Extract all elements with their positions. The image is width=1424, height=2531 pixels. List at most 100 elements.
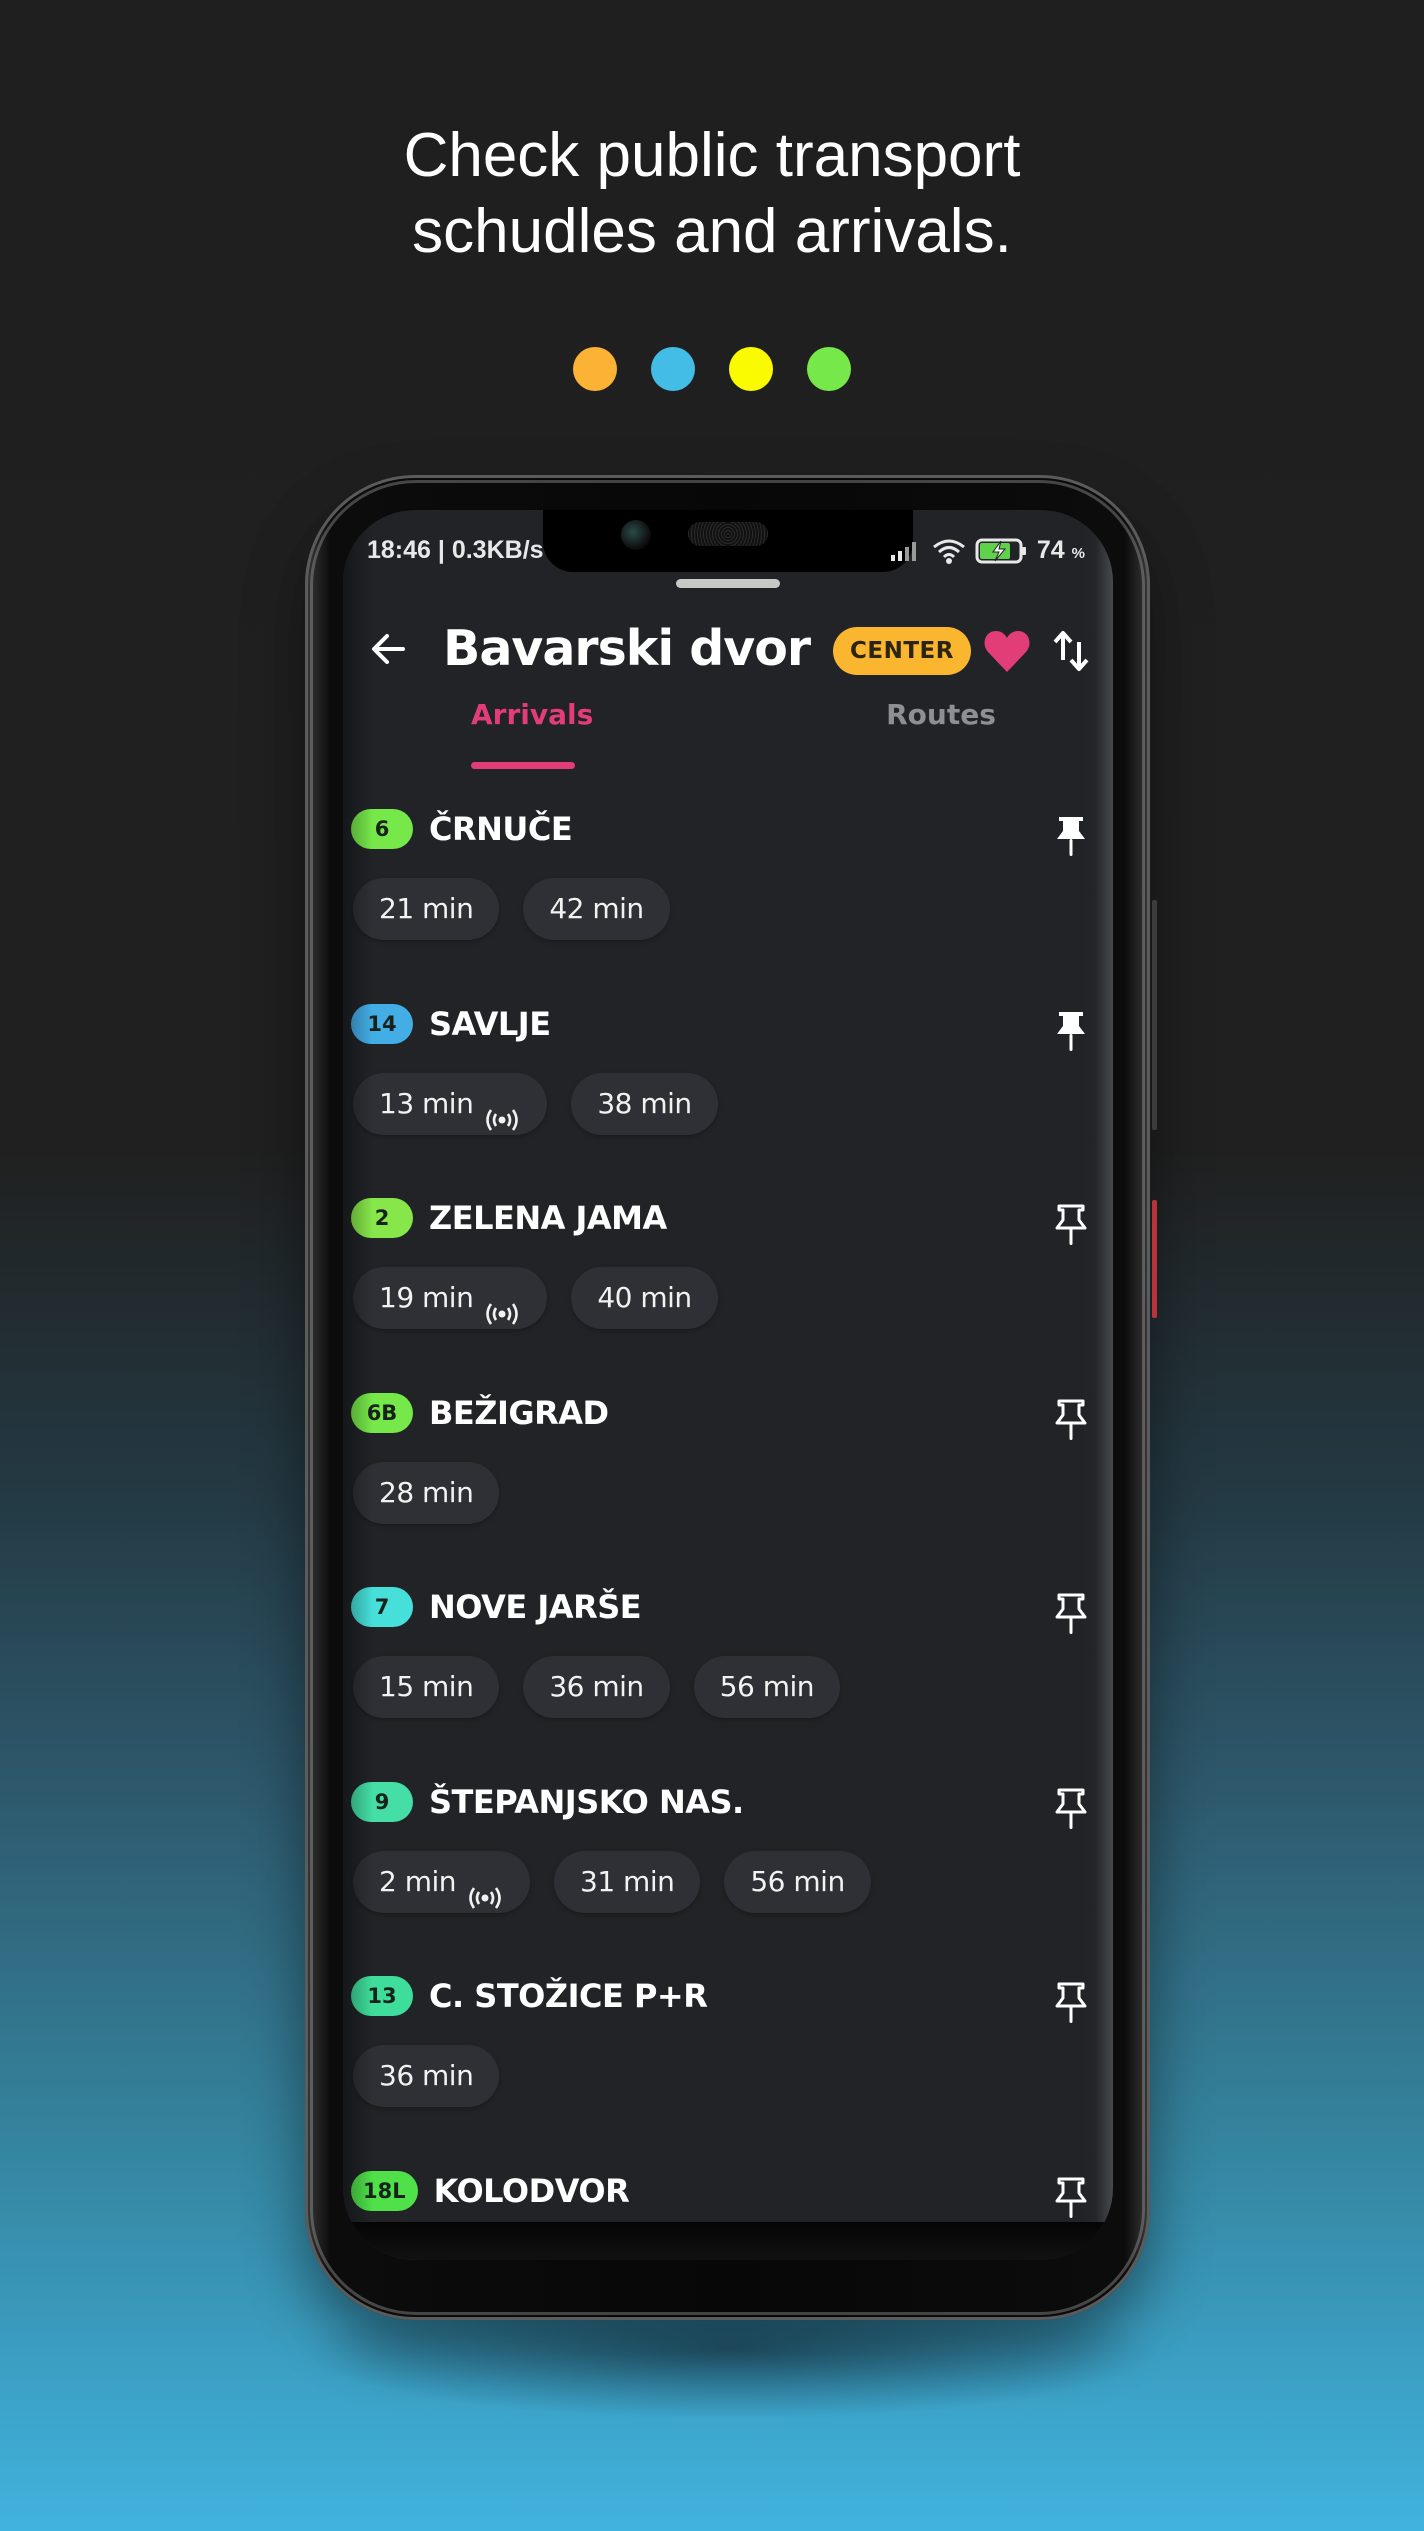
back-button[interactable]	[363, 624, 413, 674]
pin-filled-icon[interactable]	[1053, 814, 1089, 858]
arrival-row[interactable]: 6B BEŽIGRAD 28 min	[343, 1384, 1113, 1579]
arrival-time-label: 56 min	[719, 1670, 815, 1703]
route-number-badge: 2	[351, 1198, 413, 1238]
swap-direction-button[interactable]	[1049, 628, 1093, 674]
arrival-time-chip[interactable]: 36 min	[523, 1656, 670, 1718]
arrival-time-chip[interactable]: 56 min	[693, 1656, 841, 1718]
promo-headline: Check public transport schudles and arri…	[0, 118, 1424, 270]
route-number-badge: 6B	[351, 1392, 413, 1433]
arrival-times: 13 min 38 min	[353, 1072, 718, 1135]
arrival-time-chip[interactable]: 15 min	[353, 1656, 500, 1718]
route-number-badge: 6	[351, 809, 413, 849]
route-number-badge: 18L	[351, 2170, 418, 2211]
arrival-time-label: 36 min	[379, 2059, 474, 2092]
zone-badge: CENTER	[833, 627, 971, 675]
arrivals-list: 6 ČRNUČE 21 min 42 min 14 SAVLJE 13 min 38 min 2…	[343, 800, 1113, 2260]
pin-outline-icon[interactable]	[1053, 1592, 1089, 1636]
arrival-time-chip[interactable]: 21 min	[353, 878, 500, 940]
arrival-time-label: 36 min	[549, 1670, 644, 1703]
signal-icon	[890, 541, 916, 561]
live-tracking-icon	[466, 1870, 504, 1909]
arrival-time-label: 19 min	[379, 1281, 474, 1314]
volume-button	[1152, 900, 1157, 1130]
route-destination: BEŽIGRAD	[429, 1393, 609, 1432]
route-destination: KOLODVOR	[433, 2171, 630, 2210]
wifi-icon	[932, 539, 965, 564]
pin-outline-icon[interactable]	[1053, 1787, 1089, 1831]
arrival-time-chip[interactable]: 42 min	[523, 878, 670, 940]
favorite-button[interactable]	[983, 628, 1031, 674]
arrival-time-label: 28 min	[379, 1475, 474, 1509]
arrival-times: 28 min	[353, 1461, 500, 1524]
swap-vertical-icon	[1053, 631, 1089, 671]
status-bar: 18:46 | 0.3KB/s 74 %	[367, 534, 1085, 574]
arrival-row[interactable]: 6 ČRNUČE 21 min 42 min	[343, 800, 1113, 995]
tab-arrivals[interactable]: Arrivals	[471, 698, 593, 768]
pin-filled-icon[interactable]	[1053, 1009, 1089, 1053]
battery-charging-icon	[975, 538, 1026, 563]
route-destination: ŠTEPANJSKO NAS.	[429, 1782, 744, 1821]
route-number-badge: 9	[351, 1781, 413, 1822]
arrival-time-chip[interactable]: 40 min	[571, 1267, 718, 1329]
pin-outline-icon[interactable]	[1053, 1981, 1089, 2025]
sheet-drag-handle[interactable]	[676, 579, 780, 588]
arrival-time-label: 13 min	[379, 1086, 474, 1120]
arrival-row-header: 7 NOVE JARŠE	[351, 1586, 642, 1628]
power-button	[1152, 1200, 1157, 1318]
arrival-time-chip[interactable]: 28 min	[353, 1461, 500, 1524]
route-destination: SAVLJE	[429, 1004, 551, 1043]
promo-headline-line-2: schudles and arrivals.	[412, 197, 1012, 266]
arrival-time-label: 42 min	[549, 892, 644, 925]
live-tracking-icon	[483, 1092, 521, 1131]
arrival-row[interactable]: 2 ZELENA JAMA 19 min 40 min	[343, 1189, 1113, 1384]
arrival-time-label: 21 min	[379, 892, 474, 925]
arrival-time-chip[interactable]: 56 min	[724, 1850, 871, 1913]
arrival-time-chip[interactable]: 13 min	[353, 1072, 548, 1135]
arrival-time-chip[interactable]: 2 min	[353, 1850, 531, 1913]
status-time-speed: 18:46 | 0.3KB/s	[367, 536, 544, 564]
page-dot[interactable]	[729, 347, 773, 391]
route-number-badge: 7	[351, 1587, 413, 1627]
arrival-times: 15 min 36 min 56 min	[353, 1656, 841, 1718]
tab-bar: Arrivals Routes	[343, 698, 1113, 768]
arrival-times: 36 min	[353, 2045, 500, 2107]
arrival-times: 21 min 42 min	[353, 878, 670, 940]
live-tracking-icon	[483, 1286, 521, 1325]
active-tab-indicator	[471, 762, 575, 769]
arrival-row[interactable]: 14 SAVLJE 13 min 38 min	[343, 995, 1113, 1190]
tab-routes[interactable]: Routes	[881, 698, 1001, 768]
battery-percent: 74 %	[1037, 536, 1085, 565]
route-destination: ZELENA JAMA	[429, 1199, 667, 1237]
pin-outline-icon[interactable]	[1053, 1398, 1089, 1442]
arrival-time-chip[interactable]: 31 min	[554, 1850, 701, 1913]
arrival-row[interactable]: 7 NOVE JARŠE 15 min 36 min 56 min	[343, 1578, 1113, 1773]
arrival-time-label: 56 min	[750, 1864, 845, 1898]
arrival-row[interactable]: 9 ŠTEPANJSKO NAS. 2 min 31 min 56 min	[343, 1773, 1113, 1968]
pin-outline-icon[interactable]	[1053, 1203, 1089, 1247]
arrival-time-chip[interactable]: 38 min	[571, 1072, 718, 1135]
arrival-times: 19 min 40 min	[353, 1267, 718, 1329]
arrival-row-header: 14 SAVLJE	[351, 1003, 551, 1045]
page-dot[interactable]	[573, 347, 617, 391]
battery-percent-unit: %	[1071, 545, 1085, 562]
arrival-time-chip[interactable]: 19 min	[353, 1267, 548, 1329]
arrival-time-label: 15 min	[379, 1670, 474, 1703]
route-number-badge: 13	[351, 1976, 413, 2016]
arrival-row-header: 2 ZELENA JAMA	[351, 1197, 667, 1239]
page-dot[interactable]	[807, 347, 851, 391]
phone-screen: 18:46 | 0.3KB/s 74 % Bavarski dvor CENTE…	[343, 510, 1113, 2260]
page-indicator	[0, 347, 1424, 391]
pin-outline-icon[interactable]	[1053, 2176, 1089, 2220]
phone-bottom-bezel	[343, 2222, 1113, 2260]
heart-icon	[984, 631, 1030, 672]
arrival-row[interactable]: 13 C. STOŽICE P+R 36 min	[343, 1967, 1113, 2162]
route-destination: C. STOŽICE P+R	[429, 1977, 708, 2015]
route-number-badge: 14	[351, 1003, 413, 1044]
page-dot[interactable]	[651, 347, 695, 391]
arrival-row-header: 13 C. STOŽICE P+R	[351, 1975, 708, 2017]
arrival-row-header: 6 ČRNUČE	[351, 808, 573, 850]
arrival-time-label: 40 min	[597, 1281, 692, 1314]
arrival-times: 2 min 31 min 56 min	[353, 1850, 871, 1913]
arrival-time-chip[interactable]: 36 min	[353, 2045, 500, 2107]
arrival-row-header: 9 ŠTEPANJSKO NAS.	[351, 1781, 744, 1823]
